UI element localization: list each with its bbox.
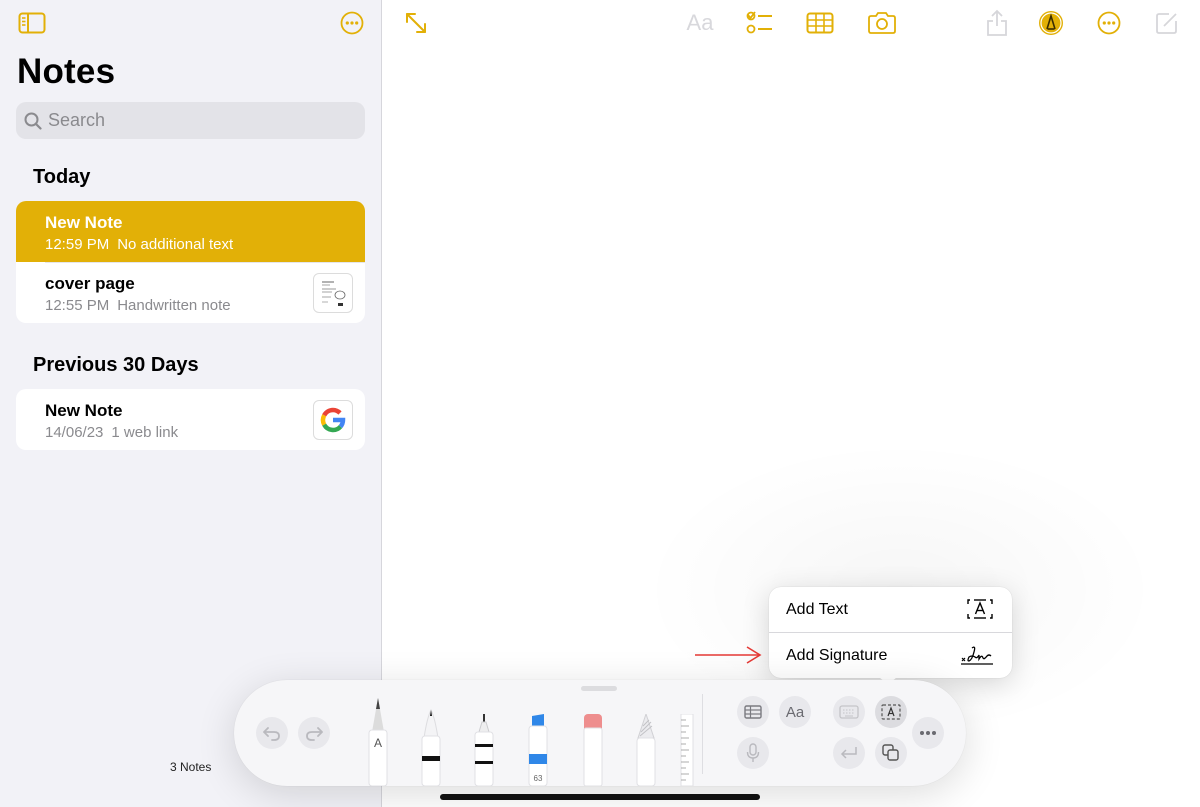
- note-preview: No additional text: [117, 236, 234, 253]
- pencil-tool[interactable]: A: [366, 696, 390, 787]
- google-logo-icon: [313, 400, 353, 440]
- pencil-label: A: [373, 736, 382, 750]
- page-title: Notes: [17, 52, 116, 91]
- highlighter-value: 63: [533, 774, 543, 783]
- camera-icon[interactable]: [866, 8, 898, 38]
- add-text-menu-item[interactable]: Add Text: [769, 587, 1012, 632]
- note-title: New Note: [45, 213, 123, 232]
- search-bar[interactable]: [16, 102, 365, 139]
- redo-button[interactable]: [298, 717, 330, 749]
- pen-tool[interactable]: [419, 708, 443, 787]
- shapes-button[interactable]: [875, 737, 907, 769]
- search-icon: [24, 112, 42, 130]
- palette-divider: [702, 694, 703, 774]
- handwritten-thumbnail-icon: [313, 273, 353, 313]
- expand-icon[interactable]: [402, 8, 430, 38]
- highlighter-tool[interactable]: 63: [525, 714, 551, 787]
- tool-palette: A 63 Aa: [234, 680, 966, 787]
- notes-count: 3 Notes: [170, 760, 212, 774]
- eraser-tool[interactable]: [580, 714, 606, 787]
- return-button[interactable]: [833, 737, 865, 769]
- table-icon[interactable]: [805, 8, 835, 38]
- note-time: 12:59 PM: [45, 236, 110, 253]
- note-time: 12:55 PM: [45, 297, 110, 314]
- row-divider: [45, 262, 365, 263]
- ruler-tool[interactable]: [680, 713, 694, 787]
- section-header-today: Today: [33, 166, 91, 188]
- section-header-previous-30-days: Previous 30 Days: [33, 354, 199, 376]
- text-box-button[interactable]: [875, 696, 907, 728]
- markup-icon[interactable]: [1037, 8, 1065, 38]
- fineliner-tool[interactable]: [472, 714, 496, 787]
- dictation-button[interactable]: [737, 737, 769, 769]
- note-item-web-link[interactable]: New Note 14/06/23 1 web link: [16, 389, 365, 450]
- palette-more-button[interactable]: [912, 717, 944, 749]
- search-input[interactable]: [48, 110, 338, 131]
- menu-item-label: Add Text: [786, 600, 848, 618]
- insert-popup-menu: Add Text Add Signature: [769, 587, 1012, 678]
- sidebar-more-icon[interactable]: [339, 10, 365, 36]
- note-group-previous: New Note 14/06/23 1 web link: [16, 389, 365, 450]
- text-box-icon: [966, 598, 994, 625]
- crayon-tool[interactable]: [633, 712, 659, 787]
- more-icon[interactable]: [1095, 8, 1123, 38]
- undo-button[interactable]: [256, 717, 288, 749]
- signature-icon: [960, 644, 994, 673]
- format-button[interactable]: Aa: [684, 8, 716, 38]
- sidebar-toggle-icon[interactable]: [17, 10, 47, 36]
- checklist-icon[interactable]: [745, 8, 775, 38]
- palette-table-button[interactable]: [737, 696, 769, 728]
- red-arrow-icon: [695, 645, 763, 672]
- menu-item-label: Add Signature: [786, 646, 888, 664]
- keyboard-button[interactable]: [833, 696, 865, 728]
- home-indicator[interactable]: [440, 794, 760, 800]
- note-time: 14/06/23: [45, 424, 104, 441]
- note-preview: 1 web link: [111, 424, 179, 441]
- note-preview: Handwritten note: [117, 297, 231, 314]
- add-signature-menu-item[interactable]: Add Signature: [769, 633, 1012, 678]
- note-item-cover-page[interactable]: cover page 12:55 PM Handwritten note: [16, 262, 365, 323]
- note-meta: 12:59 PM No additional text: [45, 235, 365, 255]
- palette-format-button[interactable]: Aa: [779, 696, 811, 728]
- share-icon[interactable]: [984, 8, 1010, 38]
- compose-icon[interactable]: [1154, 8, 1180, 38]
- palette-grabber[interactable]: [581, 686, 617, 691]
- note-group-today: New Note 12:59 PM No additional text cove…: [16, 201, 365, 323]
- note-item-new-note[interactable]: New Note 12:59 PM No additional text: [16, 201, 365, 262]
